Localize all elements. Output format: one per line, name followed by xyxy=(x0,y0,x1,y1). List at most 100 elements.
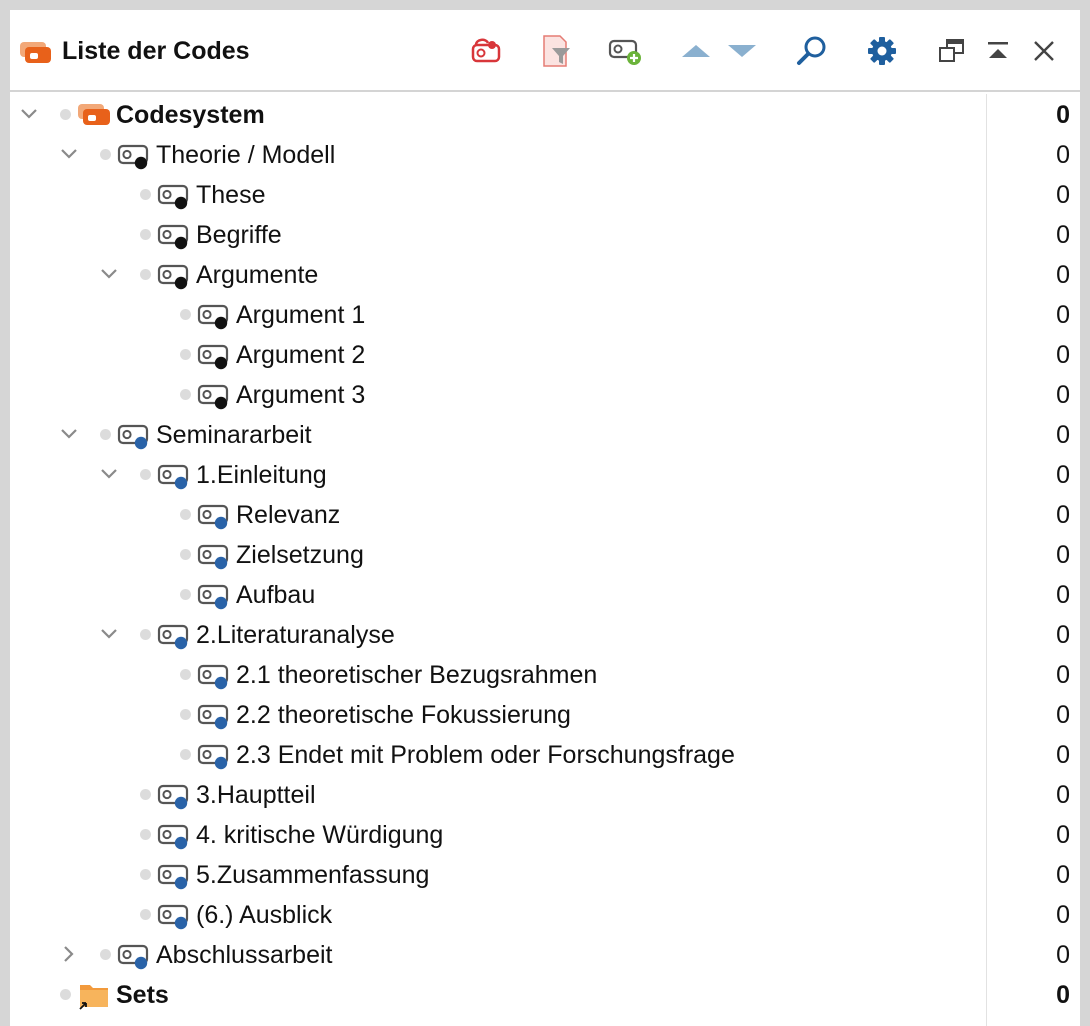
status-dot xyxy=(180,389,191,400)
status-dot xyxy=(140,789,151,800)
tree-row[interactable]: Argument 2 0 xyxy=(10,334,1080,374)
status-dot xyxy=(180,509,191,520)
chevron-down-icon[interactable] xyxy=(58,143,80,165)
collapse-panel-button[interactable] xyxy=(978,34,1018,68)
code-icon xyxy=(196,699,232,731)
status-dot xyxy=(180,669,191,680)
code-icon xyxy=(196,539,232,571)
filter-button[interactable] xyxy=(536,34,576,68)
move-down-button[interactable] xyxy=(722,34,762,68)
code-icon xyxy=(156,779,192,811)
chevron-down-icon[interactable] xyxy=(98,263,120,285)
tree-row[interactable]: 5.Zusammenfassung 0 xyxy=(10,854,1080,894)
coded-segments-count: 0 xyxy=(1056,621,1070,649)
tree-row[interactable]: Relevanz 0 xyxy=(10,494,1080,534)
search-button[interactable] xyxy=(792,34,832,68)
move-up-icon xyxy=(682,45,710,57)
tree-row[interactable]: 2.3 Endet mit Problem oder Forschungsfra… xyxy=(10,734,1080,774)
tree-row[interactable]: These 0 xyxy=(10,174,1080,214)
chevron-down-icon[interactable] xyxy=(18,103,40,125)
code-label: 4. kritische Würdigung xyxy=(196,821,444,849)
undock-window-button[interactable] xyxy=(932,34,972,68)
coded-segments-count: 0 xyxy=(1056,181,1070,209)
new-code-icon xyxy=(608,39,641,65)
tree-row[interactable]: Seminararbeit 0 xyxy=(10,414,1080,454)
coded-segments-count: 0 xyxy=(1056,861,1070,889)
chevron-down-icon[interactable] xyxy=(98,463,120,485)
chevron-down-icon[interactable] xyxy=(58,423,80,445)
tree-row[interactable]: (6.) Ausblick 0 xyxy=(10,894,1080,934)
code-icon xyxy=(116,419,152,451)
panel-header: Liste der Codes xyxy=(10,10,1080,92)
status-dot xyxy=(140,469,151,480)
tree-row[interactable]: 2.Literaturanalyse 0 xyxy=(10,614,1080,654)
code-icon xyxy=(116,939,152,971)
code-icon xyxy=(116,139,152,171)
tree-row[interactable]: Argument 3 0 xyxy=(10,374,1080,414)
settings-button[interactable] xyxy=(862,34,902,68)
code-label: 2.3 Endet mit Problem oder Forschungsfra… xyxy=(236,741,735,769)
status-dot xyxy=(180,549,191,560)
tree-row[interactable]: Abschlussarbeit 0 xyxy=(10,934,1080,974)
code-icon xyxy=(156,619,192,651)
new-code-button[interactable] xyxy=(606,34,646,68)
coded-segments-count: 0 xyxy=(1056,261,1070,289)
search-icon xyxy=(797,36,826,65)
chevron-right-icon[interactable] xyxy=(58,943,80,965)
chevron-down-icon[interactable] xyxy=(98,623,120,645)
tree-row[interactable]: 3.Hauptteil 0 xyxy=(10,774,1080,814)
status-dot xyxy=(180,309,191,320)
tree-row[interactable]: Argument 1 0 xyxy=(10,294,1080,334)
tree-row[interactable]: 1.Einleitung 0 xyxy=(10,454,1080,494)
code-icon xyxy=(196,339,232,371)
move-up-button[interactable] xyxy=(676,34,716,68)
code-label: Codesystem xyxy=(116,101,265,129)
code-icon xyxy=(156,819,192,851)
code-label: Argument 1 xyxy=(236,301,366,329)
code-icon xyxy=(156,259,192,291)
tree-row[interactable]: Aufbau 0 xyxy=(10,574,1080,614)
tree-row[interactable]: Codesystem 0 xyxy=(10,94,1080,134)
code-label: 1.Einleitung xyxy=(196,461,327,489)
status-dot xyxy=(60,109,71,120)
tree-row[interactable]: Begriffe 0 xyxy=(10,214,1080,254)
tree-row[interactable]: Zielsetzung 0 xyxy=(10,534,1080,574)
tree-row[interactable]: Theorie / Modell 0 xyxy=(10,134,1080,174)
code-icon xyxy=(196,659,232,691)
code-label: Argument 3 xyxy=(236,381,366,409)
code-label: Zielsetzung xyxy=(236,541,364,569)
code-icon xyxy=(156,899,192,931)
coded-segments-count: 0 xyxy=(1056,981,1070,1009)
codesystem-icon xyxy=(76,99,112,131)
code-label: These xyxy=(196,181,266,209)
code-label: Sets xyxy=(116,981,169,1009)
tree-row[interactable]: 4. kritische Würdigung 0 xyxy=(10,814,1080,854)
code-icon xyxy=(196,299,232,331)
close-button[interactable] xyxy=(1024,34,1064,68)
code-icon xyxy=(156,219,192,251)
coded-segments-count: 0 xyxy=(1056,541,1070,569)
collapse-panel-icon xyxy=(988,42,1008,58)
coded-segments-count: 0 xyxy=(1056,781,1070,809)
code-label: 2.Literaturanalyse xyxy=(196,621,395,649)
status-dot xyxy=(180,709,191,720)
status-dot xyxy=(100,429,111,440)
coded-segments-count: 0 xyxy=(1056,941,1070,969)
coded-segments-count: 0 xyxy=(1056,901,1070,929)
code-label: 5.Zusammenfassung xyxy=(196,861,430,889)
codes-with-link-button[interactable] xyxy=(466,34,506,68)
filter-icon xyxy=(543,35,570,67)
status-dot xyxy=(140,629,151,640)
code-label: 2.2 theoretische Fokussierung xyxy=(236,701,571,729)
status-dot xyxy=(180,349,191,360)
tree-row[interactable]: 2.2 theoretische Fokussierung 0 xyxy=(10,694,1080,734)
code-icon xyxy=(156,459,192,491)
code-label: Seminararbeit xyxy=(156,421,312,449)
tree-row[interactable]: Argumente 0 xyxy=(10,254,1080,294)
tree-row[interactable]: Sets 0 xyxy=(10,974,1080,1014)
sets-folder-icon xyxy=(76,979,112,1011)
coded-segments-count: 0 xyxy=(1056,101,1070,129)
coded-segments-count: 0 xyxy=(1056,341,1070,369)
status-dot xyxy=(140,869,151,880)
tree-row[interactable]: 2.1 theoretischer Bezugsrahmen 0 xyxy=(10,654,1080,694)
